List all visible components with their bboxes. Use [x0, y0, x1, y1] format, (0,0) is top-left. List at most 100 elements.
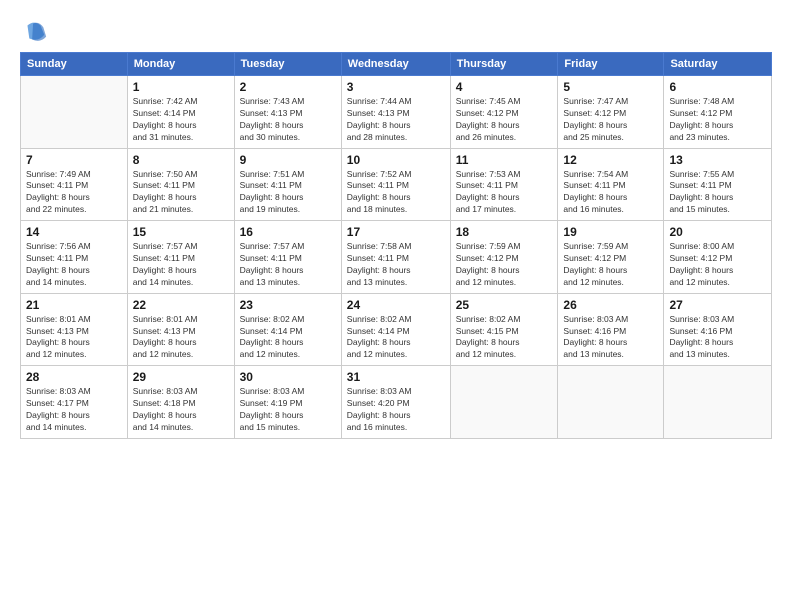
day-info: Sunrise: 8:00 AM Sunset: 4:12 PM Dayligh…	[669, 241, 766, 289]
day-number: 28	[26, 370, 122, 384]
day-number: 10	[347, 153, 445, 167]
header	[20, 18, 772, 46]
day-number: 27	[669, 298, 766, 312]
col-header-sunday: Sunday	[21, 53, 128, 76]
day-info: Sunrise: 7:59 AM Sunset: 4:12 PM Dayligh…	[563, 241, 658, 289]
day-number: 13	[669, 153, 766, 167]
day-info: Sunrise: 8:02 AM Sunset: 4:15 PM Dayligh…	[456, 314, 553, 362]
calendar-cell: 26 Sunrise: 8:03 AM Sunset: 4:16 PM Dayli…	[558, 293, 664, 366]
day-info: Sunrise: 8:03 AM Sunset: 4:20 PM Dayligh…	[347, 386, 445, 434]
day-number: 17	[347, 225, 445, 239]
calendar-cell: 5 Sunrise: 7:47 AM Sunset: 4:12 PM Daylig…	[558, 76, 664, 149]
calendar-cell: 21Sunrise: 8:01 AM Sunset: 4:13 PM Dayli…	[21, 293, 128, 366]
day-info: Sunrise: 7:49 AM Sunset: 4:11 PM Dayligh…	[26, 169, 122, 217]
day-info: Sunrise: 8:03 AM Sunset: 4:18 PM Dayligh…	[133, 386, 229, 434]
day-info: Sunrise: 7:43 AM Sunset: 4:13 PM Dayligh…	[240, 96, 336, 144]
day-info: Sunrise: 7:42 AM Sunset: 4:14 PM Dayligh…	[133, 96, 229, 144]
calendar-cell: 12 Sunrise: 7:54 AM Sunset: 4:11 PM Dayli…	[558, 148, 664, 221]
day-number: 29	[133, 370, 229, 384]
calendar-cell	[664, 366, 772, 439]
calendar-cell: 2 Sunrise: 7:43 AM Sunset: 4:13 PM Daylig…	[234, 76, 341, 149]
calendar-row-week-4: 21 Sunrise: 8:01 AM Sunset: 4:13 PM Dayli…	[21, 293, 772, 366]
day-number: 4	[456, 80, 553, 94]
day-number: 23	[240, 298, 336, 312]
calendar-cell: 27 Sunrise: 8:03 AM Sunset: 4:16 PM Dayli…	[664, 293, 772, 366]
day-info: Sunrise: 7:56 AM Sunset: 4:11 PM Dayligh…	[26, 241, 122, 289]
day-info: Sunrise: 8:02 AM Sunset: 4:14 PM Dayligh…	[347, 314, 445, 362]
calendar-cell: 6 Sunrise: 7:48 AM Sunset: 4:12 PM Daylig…	[664, 76, 772, 149]
calendar-cell: 1 Sunrise: 7:42 AM Sunset: 4:14 PM Daylig…	[127, 76, 234, 149]
day-number: 18	[456, 225, 553, 239]
logo-icon	[20, 18, 48, 46]
calendar-cell: 10 Sunrise: 7:52 AM Sunset: 4:11 PM Dayli…	[341, 148, 450, 221]
day-info: Sunrise: 8:02 AM Sunset: 4:14 PM Dayligh…	[240, 314, 336, 362]
day-number: 5	[563, 80, 658, 94]
col-header-monday: Monday	[127, 53, 234, 76]
day-info: Sunrise: 7:48 AM Sunset: 4:12 PM Dayligh…	[669, 96, 766, 144]
calendar-cell: 22 Sunrise: 8:01 AM Sunset: 4:13 PM Dayli…	[127, 293, 234, 366]
calendar-cell: 3 Sunrise: 7:44 AM Sunset: 4:13 PM Daylig…	[341, 76, 450, 149]
day-number: 9	[240, 153, 336, 167]
calendar-cell: 16Sunrise: 7:57 AM Sunset: 4:11 PM Dayli…	[234, 221, 341, 294]
day-info: Sunrise: 7:57 AM Sunset: 4:11 PM Dayligh…	[240, 241, 336, 289]
logo	[20, 18, 52, 46]
day-info: Sunrise: 7:59 AM Sunset: 4:12 PM Dayligh…	[456, 241, 553, 289]
calendar-cell: 25 Sunrise: 8:02 AM Sunset: 4:15 PM Dayli…	[450, 293, 558, 366]
calendar-cell: 9 Sunrise: 7:51 AM Sunset: 4:11 PM Daylig…	[234, 148, 341, 221]
day-info: Sunrise: 8:03 AM Sunset: 4:16 PM Dayligh…	[563, 314, 658, 362]
page: SundayMondayTuesdayWednesdayThursdayFrid…	[0, 0, 792, 612]
day-number: 26	[563, 298, 658, 312]
calendar-header-row: SundayMondayTuesdayWednesdayThursdayFrid…	[21, 53, 772, 76]
calendar-cell: 19Sunrise: 7:59 AM Sunset: 4:12 PM Dayli…	[558, 221, 664, 294]
calendar-cell: 13 Sunrise: 7:55 AM Sunset: 4:11 PM Dayli…	[664, 148, 772, 221]
day-number: 3	[347, 80, 445, 94]
day-number: 21	[26, 298, 122, 312]
day-number: 24	[347, 298, 445, 312]
calendar-cell: 20 Sunrise: 8:00 AM Sunset: 4:12 PM Dayli…	[664, 221, 772, 294]
day-number: 20	[669, 225, 766, 239]
day-number: 25	[456, 298, 553, 312]
day-number: 1	[133, 80, 229, 94]
day-info: Sunrise: 7:50 AM Sunset: 4:11 PM Dayligh…	[133, 169, 229, 217]
calendar-cell: 18 Sunrise: 7:59 AM Sunset: 4:12 PM Dayli…	[450, 221, 558, 294]
calendar-cell: 4 Sunrise: 7:45 AM Sunset: 4:12 PM Daylig…	[450, 76, 558, 149]
day-info: Sunrise: 8:01 AM Sunset: 4:13 PM Dayligh…	[133, 314, 229, 362]
day-number: 6	[669, 80, 766, 94]
day-info: Sunrise: 8:03 AM Sunset: 4:19 PM Dayligh…	[240, 386, 336, 434]
calendar-cell: 15Sunrise: 7:57 AM Sunset: 4:11 PM Dayli…	[127, 221, 234, 294]
day-info: Sunrise: 7:55 AM Sunset: 4:11 PM Dayligh…	[669, 169, 766, 217]
calendar-row-week-2: 7Sunrise: 7:49 AM Sunset: 4:11 PM Daylig…	[21, 148, 772, 221]
day-number: 12	[563, 153, 658, 167]
calendar-cell: 17 Sunrise: 7:58 AM Sunset: 4:11 PM Dayli…	[341, 221, 450, 294]
day-info: Sunrise: 7:51 AM Sunset: 4:11 PM Dayligh…	[240, 169, 336, 217]
day-number: 15	[133, 225, 229, 239]
day-number: 22	[133, 298, 229, 312]
calendar-row-week-3: 14 Sunrise: 7:56 AM Sunset: 4:11 PM Dayli…	[21, 221, 772, 294]
day-info: Sunrise: 7:58 AM Sunset: 4:11 PM Dayligh…	[347, 241, 445, 289]
day-info: Sunrise: 7:45 AM Sunset: 4:12 PM Dayligh…	[456, 96, 553, 144]
calendar-cell: 23 Sunrise: 8:02 AM Sunset: 4:14 PM Dayli…	[234, 293, 341, 366]
calendar-cell: 11 Sunrise: 7:53 AM Sunset: 4:11 PM Dayli…	[450, 148, 558, 221]
day-info: Sunrise: 7:52 AM Sunset: 4:11 PM Dayligh…	[347, 169, 445, 217]
day-info: Sunrise: 7:53 AM Sunset: 4:11 PM Dayligh…	[456, 169, 553, 217]
calendar-cell	[450, 366, 558, 439]
day-info: Sunrise: 7:54 AM Sunset: 4:11 PM Dayligh…	[563, 169, 658, 217]
calendar-cell	[558, 366, 664, 439]
day-number: 30	[240, 370, 336, 384]
day-info: Sunrise: 7:47 AM Sunset: 4:12 PM Dayligh…	[563, 96, 658, 144]
calendar-cell	[21, 76, 128, 149]
day-number: 8	[133, 153, 229, 167]
calendar-row-week-5: 28Sunrise: 8:03 AM Sunset: 4:17 PM Dayli…	[21, 366, 772, 439]
day-info: Sunrise: 7:44 AM Sunset: 4:13 PM Dayligh…	[347, 96, 445, 144]
col-header-wednesday: Wednesday	[341, 53, 450, 76]
calendar-table: SundayMondayTuesdayWednesdayThursdayFrid…	[20, 52, 772, 439]
day-number: 14	[26, 225, 122, 239]
calendar-cell: 29 Sunrise: 8:03 AM Sunset: 4:18 PM Dayli…	[127, 366, 234, 439]
day-info: Sunrise: 8:03 AM Sunset: 4:16 PM Dayligh…	[669, 314, 766, 362]
col-header-tuesday: Tuesday	[234, 53, 341, 76]
col-header-thursday: Thursday	[450, 53, 558, 76]
calendar-cell: 24 Sunrise: 8:02 AM Sunset: 4:14 PM Dayli…	[341, 293, 450, 366]
day-number: 11	[456, 153, 553, 167]
day-number: 2	[240, 80, 336, 94]
calendar-cell: 31Sunrise: 8:03 AM Sunset: 4:20 PM Dayli…	[341, 366, 450, 439]
